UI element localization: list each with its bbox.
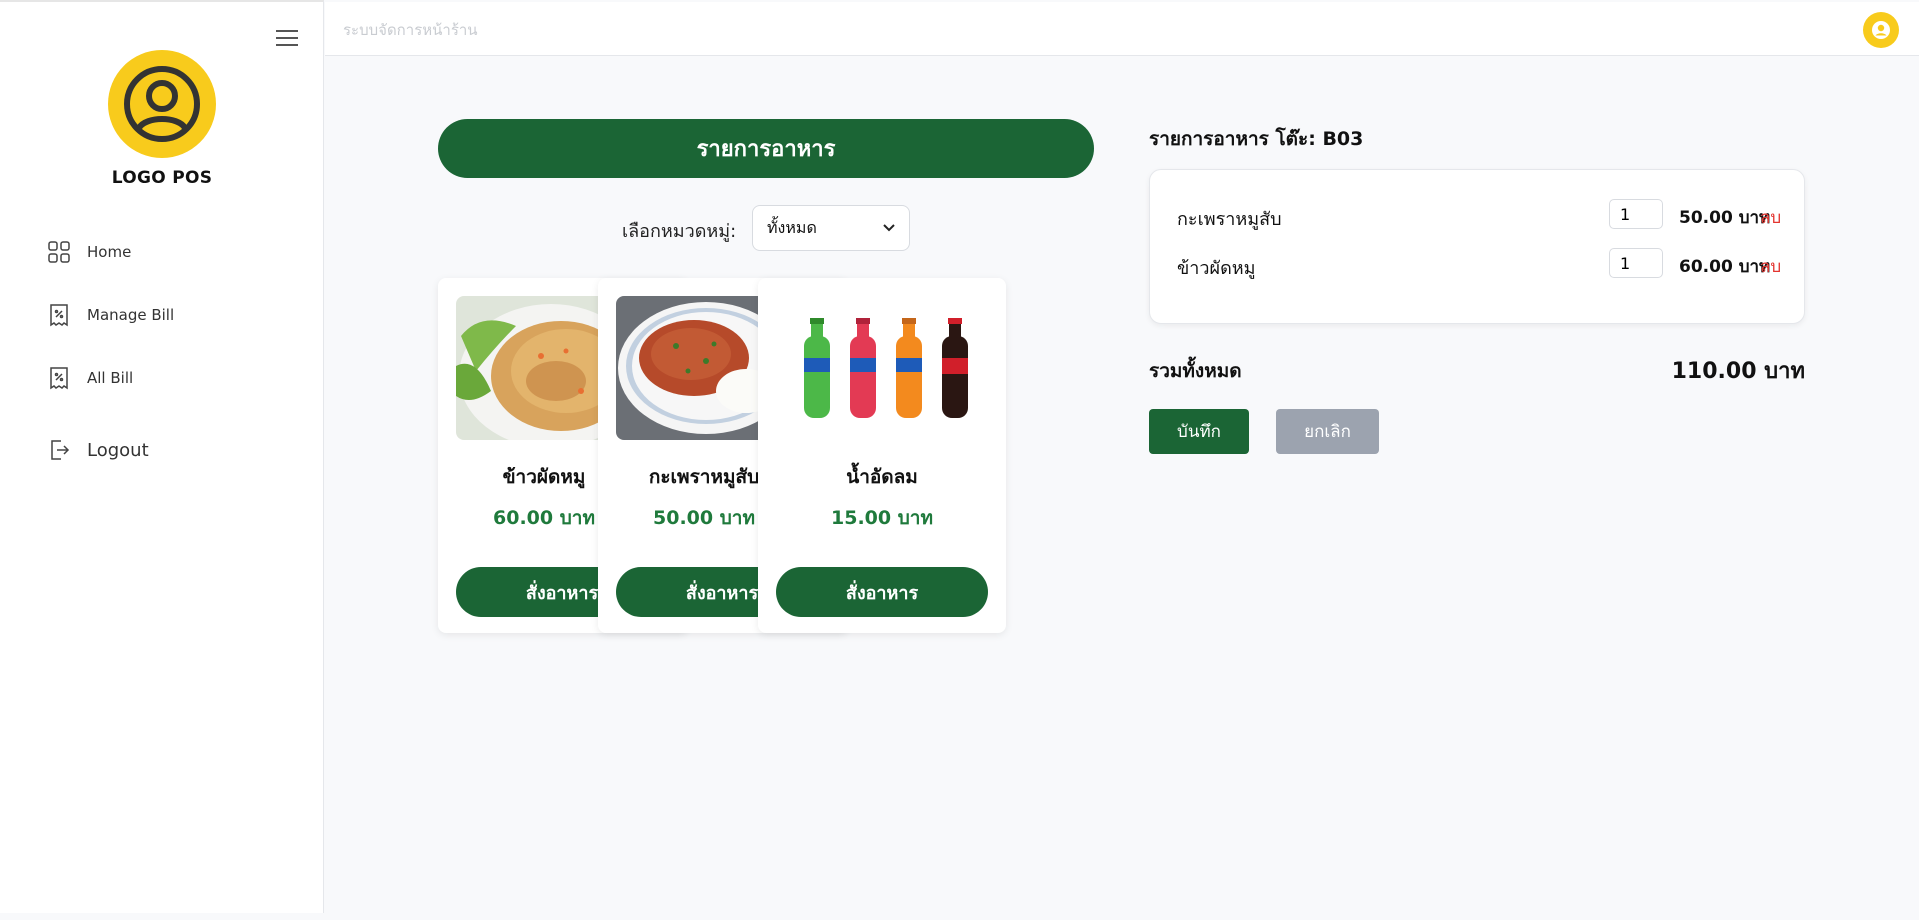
- total-label: รวมทั้งหมด: [1149, 360, 1242, 382]
- receipt-icon: [50, 367, 68, 390]
- cancel-button[interactable]: ยกเลิก: [1276, 409, 1379, 454]
- logo-text: LOGO POS: [111, 168, 213, 188]
- order-item-price: 50.00 บาท: [1679, 208, 1771, 228]
- sidebar-item-label: Home: [87, 243, 132, 261]
- order-title: รายการอาหาร โต๊ะ: B03: [1149, 128, 1364, 150]
- user-avatar-icon[interactable]: [1863, 12, 1899, 48]
- save-button[interactable]: บันทึก: [1149, 409, 1249, 454]
- category-label: เลือกหมวดหมู่:: [622, 221, 737, 242]
- sidebar-item-label: All Bill: [87, 369, 134, 387]
- order-item-name: กะเพราหมูสับ: [1177, 209, 1282, 230]
- sidebar-item-logout[interactable]: Logout: [47, 438, 149, 462]
- menu-item-name: น้ำอัดลม: [846, 466, 918, 488]
- sidebar-item-all-bill[interactable]: All Bill: [47, 366, 133, 390]
- order-list: กะเพราหมูสับ 50.00 บาท ลบ ข้าวผัดหมู 60.…: [1149, 169, 1805, 324]
- order-item-name: ข้าวผัดหมู: [1177, 258, 1256, 279]
- sidebar-item-home[interactable]: Home: [47, 240, 131, 264]
- order-row: ข้าวผัดหมู 60.00 บาท ลบ: [1177, 248, 1787, 280]
- total-value: 110.00 บาท: [1671, 359, 1805, 384]
- delete-link[interactable]: ลบ: [1760, 204, 1781, 231]
- menu-item-price: 15.00 บาท: [831, 507, 933, 529]
- grid-icon: [48, 241, 70, 263]
- menu-card-soft-drink: น้ำอัดลม 15.00 บาท สั่งอาหาร: [758, 278, 1006, 633]
- quantity-input[interactable]: [1609, 199, 1663, 229]
- chevron-down-icon: [883, 224, 895, 232]
- sidebar-item-label: Logout: [87, 439, 149, 461]
- category-select[interactable]: ทั้งหมด: [752, 205, 910, 251]
- sidebar-item-label: Manage Bill: [87, 306, 175, 324]
- page-title: ระบบจัดการหน้าร้าน: [343, 21, 478, 39]
- topbar: ระบบจัดการหน้าร้าน: [325, 2, 1919, 56]
- hamburger-menu-icon[interactable]: [276, 30, 298, 48]
- quantity-input[interactable]: [1609, 248, 1663, 278]
- sidebar-item-manage-bill[interactable]: Manage Bill: [47, 303, 174, 327]
- menu-header: รายการอาหาร: [438, 119, 1094, 178]
- logo-user-icon: [108, 50, 216, 158]
- order-row: กะเพราหมูสับ 50.00 บาท ลบ: [1177, 199, 1787, 231]
- logout-icon: [51, 440, 70, 460]
- category-selected-value: ทั้งหมด: [767, 217, 817, 237]
- sidebar: LOGO POS Home Manage Bill All Bill Logou…: [0, 0, 324, 913]
- delete-link[interactable]: ลบ: [1760, 253, 1781, 280]
- order-button[interactable]: สั่งอาหาร: [776, 567, 988, 617]
- order-item-price: 60.00 บาท: [1679, 257, 1771, 277]
- receipt-icon: [50, 304, 68, 327]
- soft-drink-image: [776, 296, 988, 440]
